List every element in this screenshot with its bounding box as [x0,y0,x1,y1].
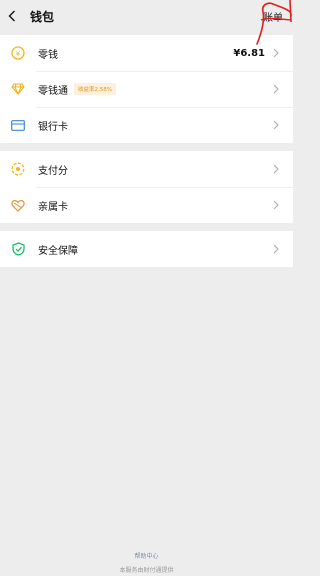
row-label: 零钱 [38,49,58,61]
score-icon [10,161,26,177]
row-bank-card[interactable]: 银行卡 [0,107,293,143]
row-label: 安全保障 [38,245,78,257]
nav-bar: 钱包 账单 [0,0,293,45]
row-security[interactable]: 安全保障 [0,231,293,267]
service-provider-note: 本服务由财付通提供 [119,567,174,574]
diamond-icon [10,81,26,97]
chevron-right-icon [273,200,281,210]
row-label: 零钱通 [38,85,68,97]
chevron-right-icon [273,164,281,174]
bill-button[interactable]: 账单 [263,9,283,24]
back-arrow-icon[interactable] [8,9,20,23]
row-label: 亲属卡 [38,201,68,213]
page-title: 钱包 [30,9,55,24]
row-change[interactable]: ¥ 零钱 ¥6.81 [0,35,293,71]
row-label: 银行卡 [38,121,68,133]
row-pay-score[interactable]: 支付分 [0,151,293,187]
wallet-group-2: 支付分 亲属卡 [0,151,293,223]
help-center-link[interactable]: 帮助中心 [0,551,293,560]
row-label: 支付分 [38,165,68,177]
row-lingqiantong[interactable]: 零钱通 收益率2.58% [0,71,293,107]
chevron-right-icon [273,244,281,254]
heart-card-icon [10,197,26,213]
card-icon [10,117,26,133]
chevron-right-icon [273,120,281,130]
wallet-group-1: ¥ 零钱 ¥6.81 零钱通 收益率2.58% 银行卡 [0,35,293,143]
balance-value: ¥6.81 [233,47,265,59]
row-family-card[interactable]: 亲属卡 [0,187,293,223]
chevron-right-icon [273,84,281,94]
yield-badge: 收益率2.58% [74,83,116,95]
chevron-right-icon [273,48,281,58]
wallet-group-3: 安全保障 [0,231,293,267]
shield-icon [10,241,26,257]
svg-text:¥: ¥ [16,50,21,58]
coin-icon: ¥ [10,45,26,61]
